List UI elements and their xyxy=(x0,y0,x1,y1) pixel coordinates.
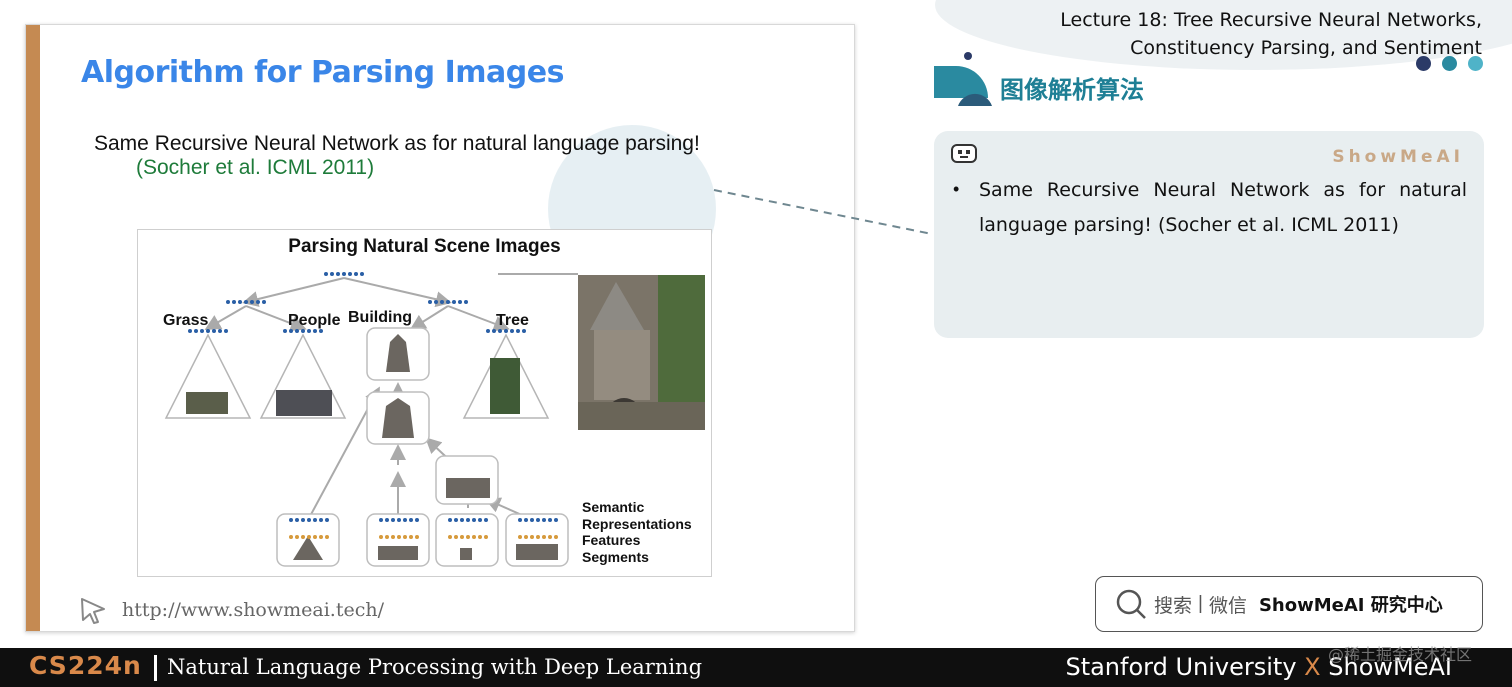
footer-bar: CS224n Natural Language Processing with … xyxy=(0,648,1512,687)
course-code: CS224n xyxy=(29,651,142,680)
dot-light xyxy=(1468,56,1483,71)
search-label: 搜索 xyxy=(1154,594,1193,617)
university-name: Stanford University xyxy=(1065,653,1297,681)
search-box[interactable]: 搜索 | 微信 ShowMeAI 研究中心 xyxy=(1095,576,1483,632)
dot-teal xyxy=(1442,56,1457,71)
search-icon xyxy=(1116,589,1146,619)
search-brand: ShowMeAI 研究中心 xyxy=(1258,595,1443,616)
lecture-title-line1: Lecture 18: Tree Recursive Neural Networ… xyxy=(1060,9,1482,31)
collab-x: X xyxy=(1304,653,1321,681)
section-heading: 图像解析算法 xyxy=(1000,76,1144,104)
search-separator: | xyxy=(1198,593,1203,614)
robot-icon xyxy=(951,144,977,163)
note-card: ShowMeAI • Same Recursive Neural Network… xyxy=(934,131,1484,338)
course-name: Natural Language Processing with Deep Le… xyxy=(167,655,703,679)
bullet-marker: • xyxy=(953,179,960,199)
lecture-title: Lecture 18: Tree Recursive Neural Networ… xyxy=(1060,6,1482,62)
watermark: @稀土掘金技术社区 xyxy=(1328,645,1473,664)
footer-divider xyxy=(154,655,157,681)
wechat-label: 微信 xyxy=(1208,594,1247,617)
section-logo-icon xyxy=(934,52,992,106)
dot-navy xyxy=(1416,56,1431,71)
note-text: Same Recursive Neural Network as for nat… xyxy=(979,179,1467,236)
decorative-dots xyxy=(1416,56,1483,71)
brand-tag: ShowMeAI xyxy=(1332,147,1464,167)
